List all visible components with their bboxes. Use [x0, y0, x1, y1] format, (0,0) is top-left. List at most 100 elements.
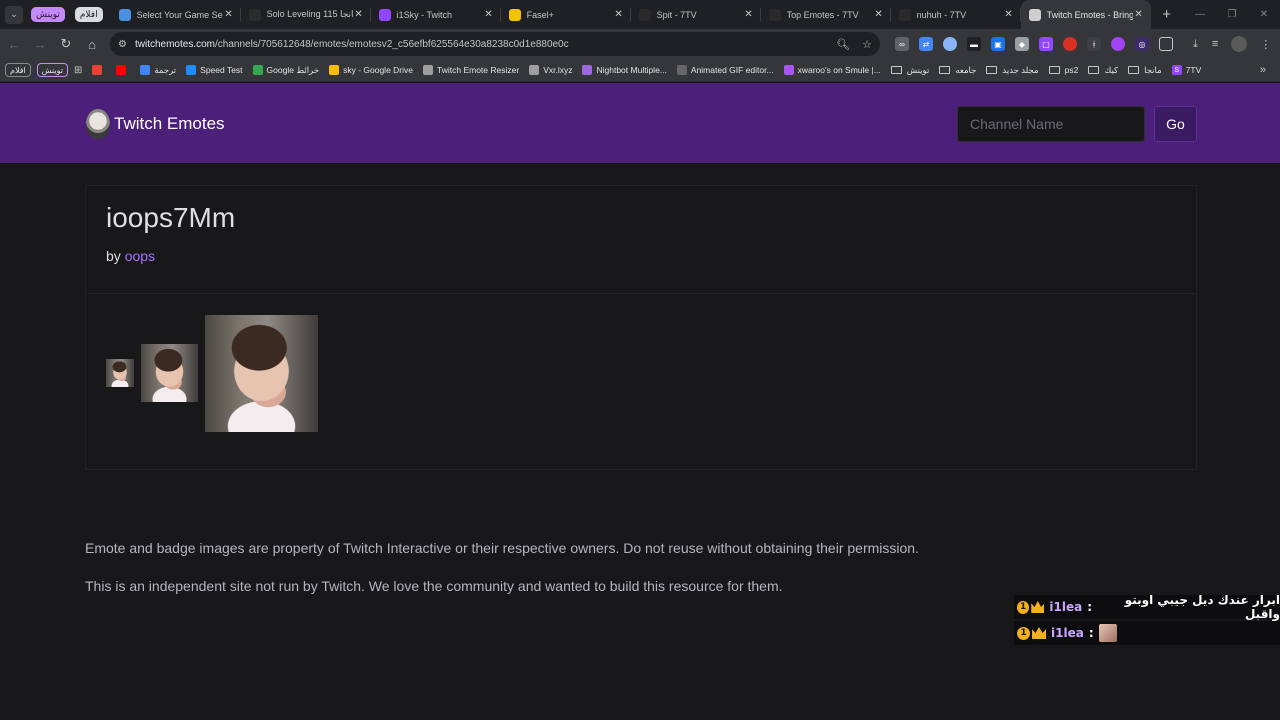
crown-badge-icon [1032, 627, 1046, 639]
folder-icon [1048, 66, 1060, 74]
twitch-icon [378, 8, 391, 21]
close-tab-icon[interactable]: ✕ [1003, 9, 1015, 20]
bookmark-folder[interactable]: توينش [890, 65, 929, 76]
brand-link[interactable]: Twitch Emotes [86, 109, 225, 139]
folder-icon [1088, 66, 1100, 74]
new-tab-icon[interactable]: + [1155, 6, 1179, 23]
browser-tab[interactable]: Solo Leveling 115 مانجا✕ [241, 0, 371, 29]
browser-tab[interactable]: nuhuh - 7TV ✕ [891, 0, 1021, 29]
forward-icon[interactable]: → [28, 32, 52, 56]
download-icon[interactable]: ⤓ [1193, 38, 1198, 51]
bookmark-item[interactable]: Speed Test [186, 65, 243, 75]
zoom-icon[interactable]: 🔍︎ [836, 38, 850, 51]
bookmark-label: Speed Test [200, 65, 243, 75]
back-icon[interactable]: ← [2, 32, 26, 56]
close-tab-icon[interactable]: ✕ [1133, 9, 1145, 20]
bookmark-item[interactable]: Twitch Emote Resizer [423, 65, 519, 75]
toolbar-right: ⤓ ≡ ⋮ [1186, 36, 1278, 52]
close-tab-icon[interactable]: ✕ [873, 9, 885, 20]
restore-icon[interactable]: ❐ [1216, 0, 1248, 29]
bookmark-folder[interactable]: ps2 [1048, 65, 1078, 75]
bookmark-item[interactable]: Animated GIF editor... [676, 65, 774, 75]
close-window-icon[interactable]: ✕ [1248, 0, 1280, 29]
bookmark-folder[interactable]: جامعه [939, 65, 976, 76]
extensions-row: ∞ ⇄ ▬ ▣ ◆ ▢ ᚼ ◎ [890, 37, 1178, 51]
extension-icon[interactable] [1063, 37, 1077, 51]
extension-icon[interactable]: ◎ [1135, 37, 1149, 51]
close-tab-icon[interactable]: ✕ [743, 9, 755, 20]
bookmarks-overflow-icon[interactable]: » [1260, 64, 1266, 76]
minimize-icon[interactable]: — [1184, 0, 1216, 29]
extension-icon[interactable] [1111, 37, 1125, 51]
tab-title: Fasel+ [526, 9, 554, 20]
bookmark-item[interactable] [92, 65, 106, 75]
profile-avatar[interactable] [1231, 36, 1248, 52]
tab-group-chip[interactable]: توينش [31, 7, 65, 22]
bookmark-item[interactable]: xwaroo's on Smule |... [783, 65, 881, 75]
bookmark-folder[interactable]: مانجا [1128, 65, 1162, 76]
smule-icon [783, 65, 794, 75]
reload-icon[interactable]: ↻ [54, 32, 78, 56]
emote-image-small[interactable] [106, 359, 134, 387]
home-icon[interactable]: ⌂ [80, 32, 104, 56]
go-button[interactable]: Go [1154, 106, 1197, 142]
browser-tab[interactable]: Twitch Emotes - Bringi ✕ [1020, 0, 1151, 29]
chat-separator: : [1087, 600, 1093, 614]
tab-group-chip[interactable]: افلام [74, 7, 103, 22]
shield-icon[interactable]: ◆ [1015, 37, 1029, 51]
emote-card: ioops7Mm by oops [85, 185, 1197, 470]
menu-icon[interactable]: ⋮ [1260, 38, 1271, 51]
tab-title: i1Sky - Twitch [396, 9, 452, 20]
bookmark-group-chip[interactable]: توينش [36, 63, 68, 77]
close-tab-icon[interactable]: ✕ [483, 9, 495, 20]
bookmark-folder[interactable]: كيك [1088, 65, 1118, 76]
bookmark-folder-label: مجلد جديد [1002, 64, 1039, 75]
vxr-icon [529, 65, 540, 75]
browser-tab[interactable]: i1Sky - Twitch ✕ [371, 0, 501, 29]
media-control-icon[interactable]: ≡ [1212, 38, 1218, 50]
bookmark-item[interactable] [116, 65, 130, 75]
close-tab-icon[interactable]: ✕ [223, 9, 235, 20]
extension-icon[interactable]: ∞ [895, 37, 909, 51]
bookmark-folder[interactable]: مجلد جديد [986, 64, 1039, 76]
extension-icon[interactable] [943, 37, 957, 51]
puzzle-icon[interactable] [1159, 37, 1173, 51]
chat-username[interactable]: i1lea [1051, 626, 1084, 640]
bookmark-item[interactable]: Vxr.lxyz [529, 65, 572, 75]
extension-icon[interactable]: ⇄ [919, 37, 933, 51]
browser-tab[interactable]: Select Your Game Serve✕ [111, 0, 241, 29]
site-info-icon[interactable]: ⚙ [118, 39, 127, 50]
crown-badge-icon [1031, 601, 1045, 613]
emote-image-large[interactable] [205, 315, 318, 432]
youtube-icon [116, 65, 127, 75]
author-link[interactable]: oops [125, 248, 155, 264]
emote-card-header: ioops7Mm by oops [86, 186, 1196, 294]
tab-search-chevron-icon[interactable]: ⌄ [5, 5, 23, 24]
address-bar[interactable]: ⚙ twitchemotes.com/channels/705612648/em… [110, 32, 880, 56]
extension-icon[interactable]: ▬ [967, 37, 981, 51]
extension-icon[interactable]: ▢ [1039, 37, 1053, 51]
apps-grid-icon[interactable]: ⊞ [74, 65, 82, 76]
bookmark-star-icon[interactable]: ☆ [862, 38, 872, 51]
bookmark-group-chip[interactable]: افلام [5, 63, 31, 77]
drive-icon [329, 65, 340, 75]
bookmark-item[interactable]: sky - Google Drive [329, 65, 413, 75]
browser-tab[interactable]: Top Emotes - 7TV ✕ [761, 0, 891, 29]
browser-tab[interactable]: Spit - 7TV ✕ [631, 0, 761, 29]
bookmark-item[interactable]: S 7TV [1171, 65, 1201, 75]
bookmark-item[interactable]: Google خرائط [252, 65, 319, 76]
channel-name-input[interactable] [957, 106, 1145, 142]
extension-icon[interactable]: ᚼ [1087, 37, 1101, 51]
chat-username[interactable]: i1lea [1049, 600, 1082, 614]
browser-tab[interactable]: Fasel+ ✕ [501, 0, 631, 29]
close-tab-icon[interactable]: ✕ [353, 9, 365, 20]
bookmark-item[interactable]: ترجمة [140, 65, 176, 76]
folder-icon [1128, 66, 1140, 74]
emote-image-medium[interactable] [141, 344, 198, 402]
close-tab-icon[interactable]: ✕ [613, 9, 625, 20]
extension-icon[interactable]: ▣ [991, 37, 1005, 51]
bookmark-folder-label: كيك [1104, 64, 1119, 75]
url-text[interactable]: twitchemotes.com/channels/705612648/emot… [135, 39, 824, 50]
manga-site-icon [248, 8, 261, 21]
bookmark-item[interactable]: Nightbot Multiple... [582, 65, 667, 75]
